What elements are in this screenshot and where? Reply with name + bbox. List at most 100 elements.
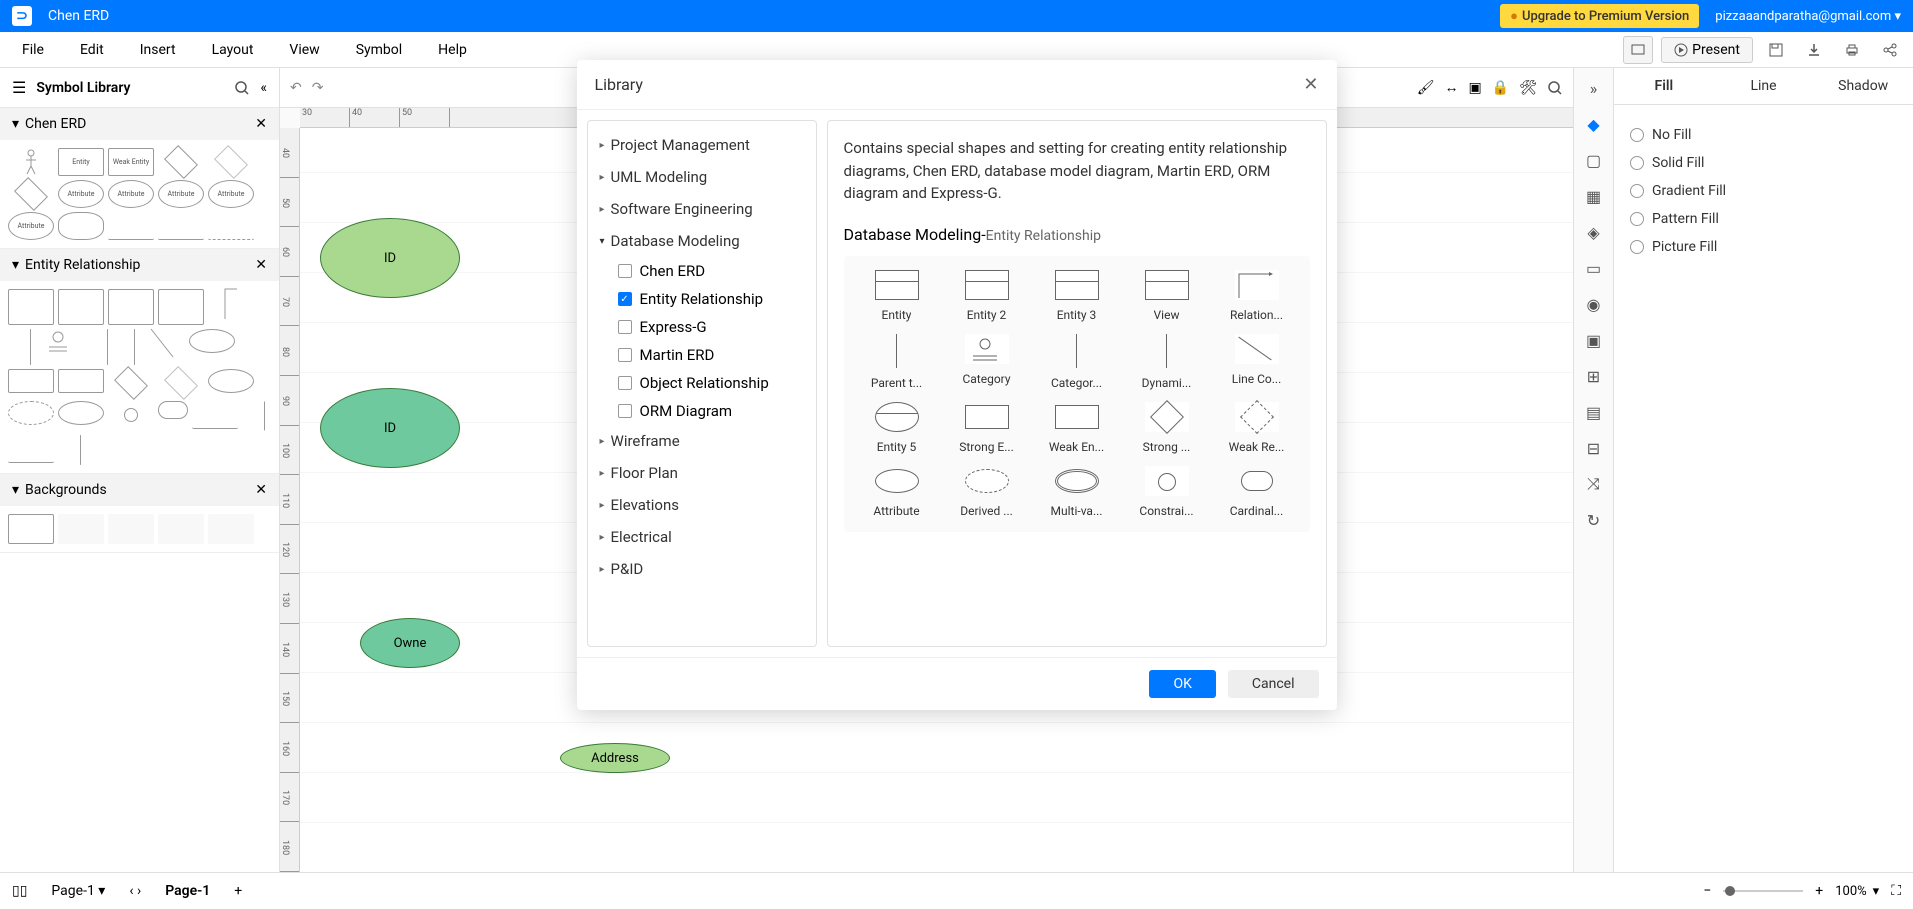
shape-constraint[interactable] [108, 401, 154, 429]
download-icon[interactable] [1799, 36, 1829, 64]
grid-item[interactable]: Weak En... [1038, 402, 1116, 454]
grid-tool-icon[interactable]: ▦ [1582, 184, 1606, 208]
tree-child-orm-diagram[interactable]: ORM Diagram [596, 397, 808, 425]
tree-database-modeling[interactable]: Database Modeling [596, 225, 808, 257]
shape-vertical-line-2[interactable] [107, 329, 108, 365]
shape-vertical-line-3[interactable] [134, 329, 135, 365]
user-email[interactable]: pizzaaandparatha@gmail.com ▾ [1715, 9, 1901, 24]
menu-view[interactable]: View [275, 36, 333, 64]
lock-icon[interactable]: 🔒 [1492, 80, 1509, 96]
page-view-icon[interactable]: ▯▯ [12, 883, 27, 899]
library-section-header[interactable]: ▾ Chen ERD ✕ [0, 108, 279, 140]
tree-pid[interactable]: P&ID [596, 553, 808, 585]
grid-item[interactable]: Relation... [1218, 270, 1296, 322]
fullscreen-icon[interactable]: ⛶ [1891, 883, 1901, 899]
tree-software-engineering[interactable]: Software Engineering [596, 193, 808, 225]
canvas-shape-id-1[interactable]: ID [320, 218, 460, 298]
shape-multi[interactable] [58, 401, 104, 425]
redo-icon[interactable]: ↷ [312, 80, 324, 96]
shape-attribute[interactable]: Attribute [58, 180, 104, 208]
shape-strong-rel[interactable] [108, 369, 154, 397]
tab-line[interactable]: Line [1714, 68, 1814, 104]
grid-item[interactable]: Entity 2 [948, 270, 1026, 322]
app-logo-icon[interactable]: ⊃ [12, 6, 32, 26]
expand-icon[interactable]: » [1582, 76, 1606, 100]
library-section-header[interactable]: ▾ Backgrounds ✕ [0, 474, 279, 506]
fill-option-none[interactable]: No Fill [1630, 121, 1897, 149]
close-icon[interactable]: ✕ [255, 116, 267, 132]
grid-item[interactable]: Parent t... [858, 334, 936, 390]
shape-weak-rel[interactable] [158, 369, 204, 397]
upgrade-button[interactable]: Upgrade to Premium Version [1500, 4, 1699, 28]
connector-style-icon[interactable]: ↔ [1445, 79, 1459, 96]
page-nav-icon[interactable]: ‹ › [129, 883, 141, 899]
shape-line[interactable] [108, 212, 154, 240]
shape-attr[interactable] [208, 369, 254, 393]
shape-cloud[interactable] [58, 212, 104, 240]
add-page-icon[interactable]: + [234, 883, 242, 899]
ok-button[interactable]: OK [1149, 670, 1215, 698]
menu-insert[interactable]: Insert [126, 36, 190, 64]
shape-table-3[interactable] [108, 289, 154, 325]
shape-vert-2[interactable] [80, 435, 81, 465]
shape-strong-entity[interactable] [8, 369, 54, 393]
menu-help[interactable]: Help [424, 36, 481, 64]
tab-shadow[interactable]: Shadow [1813, 68, 1913, 104]
grid-item[interactable]: Multi-va... [1038, 466, 1116, 518]
tools-icon[interactable]: 🛠 [1519, 80, 1537, 96]
tab-fill[interactable]: Fill [1614, 68, 1714, 104]
shape-diamond[interactable] [158, 148, 204, 176]
zoom-slider[interactable] [1723, 890, 1803, 892]
menu-edit[interactable]: Edit [66, 36, 118, 64]
grid-item[interactable]: Line Co... [1218, 334, 1296, 390]
shape-attribute-5[interactable]: Attribute [8, 212, 54, 240]
canvas-shape-address[interactable]: Address [560, 743, 670, 773]
close-icon[interactable]: ✕ [255, 482, 267, 498]
search-icon[interactable] [234, 80, 250, 96]
document-title[interactable]: Chen ERD [48, 8, 109, 24]
shape-bg-4[interactable] [158, 514, 204, 544]
shape-bg-3[interactable] [108, 514, 154, 544]
spacing-icon[interactable]: ⊟ [1582, 436, 1606, 460]
zoom-out-icon[interactable]: − [1703, 883, 1711, 899]
grid-item[interactable]: Strong ... [1128, 402, 1206, 454]
fill-option-pattern[interactable]: Pattern Fill [1630, 205, 1897, 233]
shape-entity5[interactable] [189, 329, 235, 353]
collapse-panel-icon[interactable]: « [260, 80, 267, 96]
page-dropdown[interactable]: Page-1 ▾ [43, 879, 113, 903]
shape-bg-1[interactable] [8, 514, 54, 544]
zoom-level[interactable]: 100% ▾ [1835, 884, 1879, 899]
shape-diagonal[interactable] [139, 329, 185, 357]
grid-item[interactable]: Categor... [1038, 334, 1116, 390]
shape-dashed-vert[interactable] [264, 401, 265, 431]
tree-elevations[interactable]: Elevations [596, 489, 808, 521]
shape-dashed-line[interactable] [208, 212, 254, 240]
shape-vertical-line[interactable] [30, 329, 31, 365]
shape-category[interactable] [35, 329, 81, 357]
shape-derived[interactable] [8, 401, 54, 425]
history-icon[interactable]: ↻ [1582, 508, 1606, 532]
shapes-tool-icon[interactable]: ▢ [1582, 148, 1606, 172]
fill-tool-icon[interactable]: ◆ [1582, 112, 1606, 136]
tree-wireframe[interactable]: Wireframe [596, 425, 808, 457]
grid-item[interactable]: Entity 5 [858, 402, 936, 454]
shape-line-2[interactable] [158, 212, 204, 240]
search-icon[interactable] [1547, 80, 1563, 96]
close-icon[interactable]: ✕ [1303, 74, 1318, 95]
menu-layout[interactable]: Layout [198, 36, 268, 64]
shape-line-4[interactable] [8, 435, 54, 463]
tree-child-entity-relationship[interactable]: ✓Entity Relationship [596, 285, 808, 313]
grid-item[interactable]: Constrai... [1128, 466, 1206, 518]
layers-tool-icon[interactable]: ◈ [1582, 220, 1606, 244]
image-tool-icon[interactable]: ▣ [1582, 328, 1606, 352]
tree-child-express-g[interactable]: Express-G [596, 313, 808, 341]
tree-project-management[interactable]: Project Management [596, 129, 808, 161]
grid-item[interactable]: Weak Re... [1218, 402, 1296, 454]
align-tool-icon[interactable]: ▤ [1582, 400, 1606, 424]
undo-icon[interactable]: ↶ [290, 80, 302, 96]
shape-line-3[interactable] [192, 401, 238, 429]
canvas-shape-owner[interactable]: Owne [360, 618, 460, 668]
shape-actor[interactable] [8, 148, 54, 176]
share-icon[interactable] [1875, 36, 1905, 64]
shape-weak-entity-2[interactable] [58, 369, 104, 393]
